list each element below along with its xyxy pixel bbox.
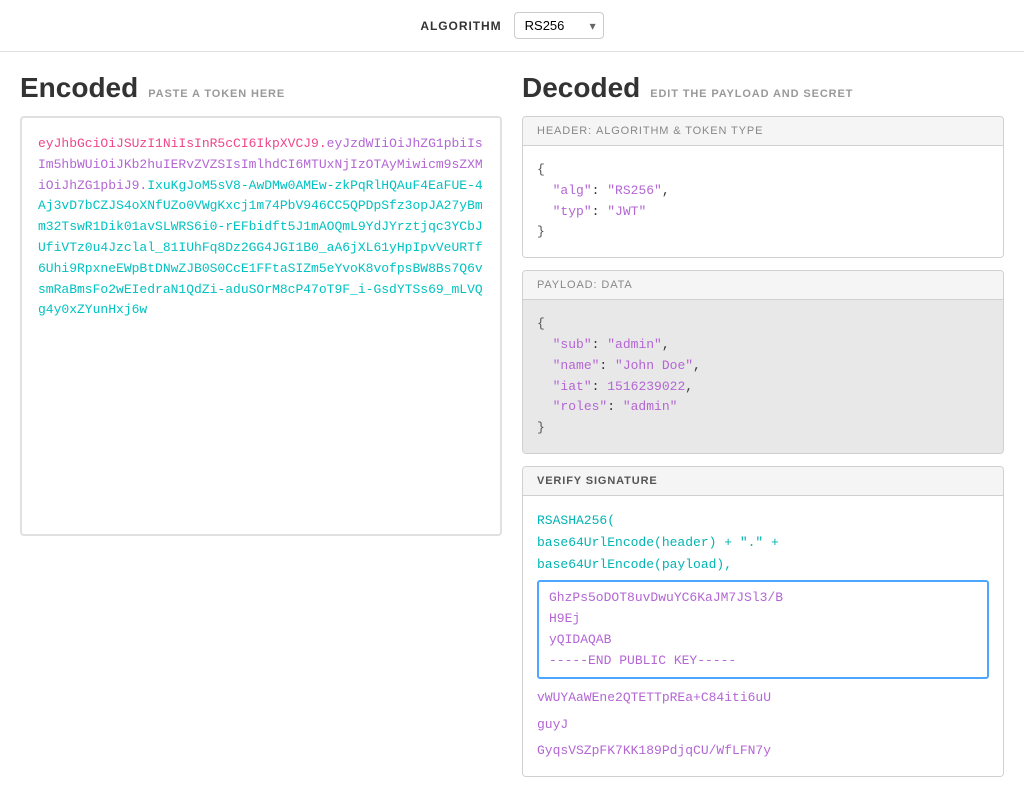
verify-key-line4: -----END PUBLIC KEY----- [549,651,977,672]
payload-sub-val: "admin" [607,337,662,352]
payload-close-brace: } [537,420,545,435]
encoded-title: Encoded [20,72,138,104]
verify-section: VERIFY SIGNATURE RSASHA256( base64UrlEnc… [522,466,1004,777]
payload-sublabel: DATA [601,279,632,291]
payload-open-brace: { [537,316,545,331]
verify-key-box[interactable]: GhzPs5oDOT8uvDwuYC6KaJM7JSl3/B H9Ej yQID… [537,580,989,679]
algorithm-select[interactable]: HS256 HS384 HS512 RS256 RS384 RS512 PS25… [514,12,604,39]
verify-func-name: RSASHA256( [537,513,615,528]
header-section: HEADER: ALGORITHM & TOKEN TYPE { "alg": … [522,116,1004,258]
header-alg-val: "RS256" [607,183,662,198]
algorithm-select-wrapper[interactable]: HS256 HS384 HS512 RS256 RS384 RS512 PS25… [514,12,604,39]
verify-line2: base64UrlEncode(header) + "." + [537,535,779,550]
payload-name-key: "name" [553,358,600,373]
payload-iat-val: 1516239022 [607,379,685,394]
verify-extra1: vWUYAaWEne2QTETTpREa+C84iti6uU [537,687,989,709]
payload-label: PAYLOAD: [537,279,597,291]
header-typ-val: "JWT" [607,204,646,219]
verify-extra3: GyqsVSZpFK7KK189PdjqCU/WfLFN7y [537,740,989,762]
top-bar: ALGORITHM HS256 HS384 HS512 RS256 RS384 … [0,0,1024,52]
header-typ-key: "typ" [553,204,592,219]
token-dot1: . [319,136,327,151]
verify-extra2: guyJ [537,714,989,736]
token-header-part: eyJhbGciOiJSUzI1NiIsInR5cCI6IkpXVCJ9 [38,136,319,151]
payload-section-header: PAYLOAD: DATA [523,271,1003,300]
verify-key-line2: H9Ej [549,609,977,630]
header-open-brace: { [537,162,545,177]
header-section-header: HEADER: ALGORITHM & TOKEN TYPE [523,117,1003,146]
encoded-panel: Encoded PASTE A TOKEN HERE eyJhbGciOiJSU… [20,72,502,777]
header-close-brace: } [537,224,545,239]
decoded-title-row: Decoded EDIT THE PAYLOAD AND SECRET [522,72,1004,104]
header-label: HEADER: [537,125,592,137]
header-alg-key: "alg" [553,183,592,198]
algorithm-label: ALGORITHM [420,19,501,33]
payload-roles-val: "admin" [623,399,678,414]
verify-header: VERIFY SIGNATURE [523,467,1003,496]
payload-roles-key: "roles" [553,399,608,414]
decoded-title: Decoded [522,72,640,104]
header-body[interactable]: { "alg": "RS256", "typ": "JWT" } [523,146,1003,257]
verify-key-line3: yQIDAQAB [549,630,977,651]
token-signature-part: IxuKgJoM5sV8-AwDMw0AMEw-zkPqRlHQAuF4EaFU… [38,178,483,318]
verify-line3: base64UrlEncode(payload), [537,557,732,572]
payload-iat-key: "iat" [553,379,592,394]
payload-name-val: "John Doe" [615,358,693,373]
header-sublabel: ALGORITHM & TOKEN TYPE [596,125,763,137]
encoded-title-row: Encoded PASTE A TOKEN HERE [20,72,502,104]
encoded-subtitle: PASTE A TOKEN HERE [148,88,285,100]
payload-section: PAYLOAD: DATA { "sub": "admin", "name": … [522,270,1004,454]
decoded-panel: Decoded EDIT THE PAYLOAD AND SECRET HEAD… [522,72,1004,777]
verify-body[interactable]: RSASHA256( base64UrlEncode(header) + "."… [523,496,1003,776]
payload-sub-key: "sub" [553,337,592,352]
verify-key-line1: GhzPs5oDOT8uvDwuYC6KaJM7JSl3/B [549,588,977,609]
payload-body[interactable]: { "sub": "admin", "name": "John Doe", "i… [523,300,1003,453]
decoded-subtitle: EDIT THE PAYLOAD AND SECRET [650,88,853,100]
encoded-token-display[interactable]: eyJhbGciOiJSUzI1NiIsInR5cCI6IkpXVCJ9.eyJ… [20,116,502,536]
main-content: Encoded PASTE A TOKEN HERE eyJhbGciOiJSU… [0,52,1024,797]
